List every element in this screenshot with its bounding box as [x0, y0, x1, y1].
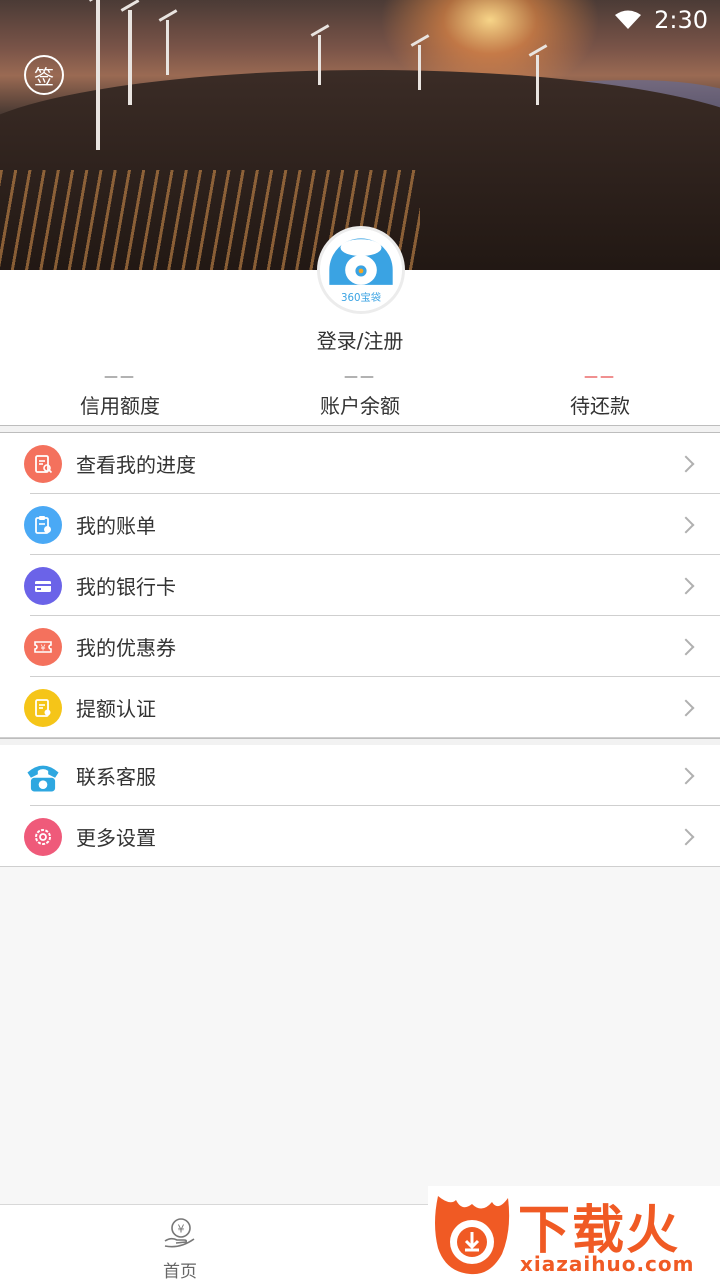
- chevron-right-icon: [677, 577, 695, 594]
- menu-item-label: 提额认证: [76, 697, 156, 721]
- watermark: 下载火 xiazaihuo.com: [428, 1186, 720, 1280]
- nav-home[interactable]: ¥ 首页: [140, 1215, 220, 1280]
- stat-value: ——: [344, 369, 376, 385]
- progress-doc-icon: [24, 444, 62, 483]
- bill-icon: [24, 505, 62, 544]
- svg-text:¥: ¥: [40, 643, 45, 652]
- menu-item-label: 更多设置: [76, 826, 156, 850]
- chevron-right-icon: [677, 638, 695, 655]
- phone-icon: [24, 756, 62, 795]
- stat-pending-repayment[interactable]: —— 待还款: [480, 370, 720, 425]
- coupon-icon: ¥: [24, 627, 62, 666]
- flame-logo-icon: [435, 1196, 510, 1275]
- menu-item-settings[interactable]: 更多设置: [0, 806, 720, 867]
- chevron-right-icon: [677, 516, 695, 533]
- menu-item-label: 我的优惠券: [76, 636, 176, 660]
- bag-logo-icon: 360宝袋: [320, 229, 402, 311]
- menu-item-progress[interactable]: 查看我的进度: [0, 433, 720, 494]
- wifi-icon: [615, 10, 642, 29]
- status-bar: 2:30: [0, 0, 720, 40]
- wind-turbine: [536, 55, 539, 105]
- menu-item-coupon[interactable]: ¥ 我的优惠券: [0, 616, 720, 677]
- stat-credit-limit[interactable]: —— 信用额度: [0, 370, 240, 425]
- chevron-right-icon: [677, 828, 695, 845]
- chevron-right-icon: [677, 767, 695, 784]
- nav-home-label: 首页: [163, 1262, 197, 1280]
- menu-group-support: 联系客服 更多设置: [0, 745, 720, 867]
- avatar-text: 360宝袋: [341, 291, 381, 304]
- stat-value: ——: [104, 369, 136, 385]
- stat-label: 账户余额: [320, 394, 400, 418]
- section-divider: [0, 425, 720, 433]
- menu-item-bank-card[interactable]: 我的银行卡: [0, 555, 720, 616]
- chevron-right-icon: [677, 699, 695, 716]
- menu-item-label: 查看我的进度: [76, 453, 196, 477]
- svg-text:¥: ¥: [178, 1223, 185, 1236]
- certificate-icon: [24, 688, 62, 727]
- menu-item-label: 我的账单: [76, 514, 156, 538]
- settings-icon: [24, 817, 62, 856]
- status-time: 2:30: [654, 6, 708, 34]
- menu-item-label: 我的银行卡: [76, 575, 176, 599]
- avatar[interactable]: 360宝袋: [317, 226, 405, 314]
- yen-hand-icon: ¥: [164, 1218, 195, 1248]
- wind-turbine: [318, 35, 321, 85]
- menu-item-bill[interactable]: 我的账单: [0, 494, 720, 555]
- wind-turbine: [418, 45, 421, 90]
- menu-item-limit-certification[interactable]: 提额认证: [0, 677, 720, 738]
- stat-label: 待还款: [570, 394, 630, 418]
- sign-in-button[interactable]: 签: [24, 55, 64, 95]
- menu-item-customer-service[interactable]: 联系客服: [0, 745, 720, 806]
- watermark-url: xiazaihuo.com: [520, 1252, 695, 1276]
- stat-value: ——: [584, 369, 616, 385]
- account-stats: —— 信用额度 —— 账户余额 —— 待还款: [0, 370, 720, 425]
- menu-item-label: 联系客服: [76, 765, 156, 789]
- stat-balance[interactable]: —— 账户余额: [240, 370, 480, 425]
- login-register-link[interactable]: 登录/注册: [0, 325, 720, 354]
- sign-in-icon: 签: [34, 64, 54, 89]
- bank-card-icon: [24, 566, 62, 605]
- menu-group-account: 查看我的进度 我的账单 我的银行卡 ¥ 我的优惠券 提额认证: [0, 433, 720, 738]
- chevron-right-icon: [677, 455, 695, 472]
- stat-label: 信用额度: [80, 394, 160, 418]
- profile-section: 360宝袋 登录/注册 —— 信用额度 —— 账户余额 —— 待还款: [0, 226, 720, 425]
